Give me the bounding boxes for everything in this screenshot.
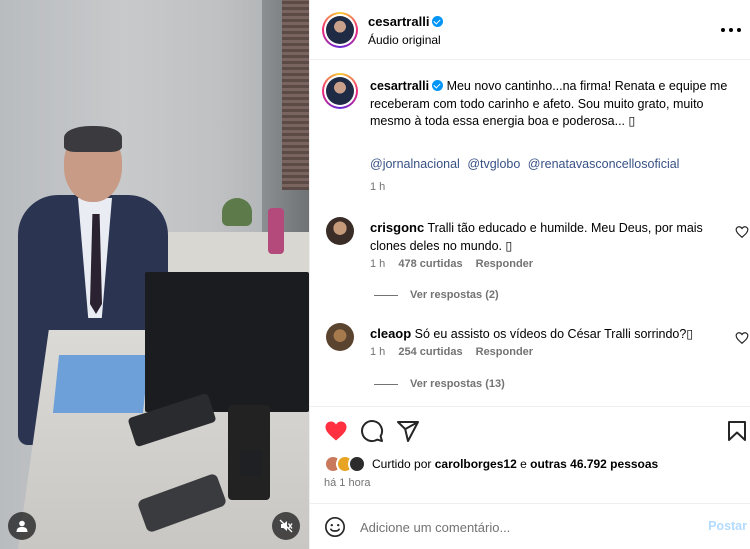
likes-text: Curtido por carolborges12 e outras 46.79… [372,457,659,471]
comment-icon[interactable] [360,419,384,443]
add-comment-bar: Postar [310,503,750,549]
mention-link[interactable]: @tvglobo [467,157,520,171]
commenter-avatar[interactable] [326,323,354,351]
post-video[interactable] [0,0,309,549]
post-details-panel: cesartralli Áudio original cesartralli M… [309,0,750,549]
video-person-hair [64,126,122,152]
post-timestamp[interactable]: há 1 hora [324,477,370,489]
comment-text: cleaop Só eu assisto os vídeos do César … [370,325,725,344]
verified-badge-icon [432,80,444,91]
post-comment-button[interactable]: Postar [708,519,747,533]
video-monitor [145,272,309,412]
commenter-avatar[interactable] [326,217,354,245]
liker-avatar[interactable] [348,455,366,473]
comment-body: Só eu assisto os vídeos do César Tralli … [414,327,694,341]
comment-meta: 1 h 254 curtidas Responder [370,346,533,358]
post-action-bar [310,406,750,452]
emoji-icon[interactable] [324,516,346,538]
author-username[interactable]: cesartralli [368,14,444,29]
view-replies-button[interactable]: Ver respostas (13) [374,378,505,390]
audio-link[interactable]: Áudio original [368,33,441,47]
caption-mentions: @jornalnacional @tvglobo @renatavasconce… [370,157,683,171]
mention-link[interactable]: @renatavasconcellosoficial [528,157,680,171]
comment-like-heart-icon[interactable] [735,225,749,239]
commenter-username[interactable]: crisgonc [370,220,424,235]
caption-author-avatar[interactable] [322,73,358,109]
share-icon[interactable] [396,419,420,443]
heart-icon[interactable] [324,419,348,443]
comment-likes[interactable]: 478 curtidas [398,258,462,270]
caption-timestamp[interactable]: 1 h [370,181,385,193]
commenter-username[interactable]: cleaop [370,326,411,341]
mention-link[interactable]: @jornalnacional [370,157,460,171]
comment-time[interactable]: 1 h [370,346,385,358]
video-bottle [268,208,284,254]
comment-time[interactable]: 1 h [370,258,385,270]
view-replies-button[interactable]: Ver respostas (2) [374,289,499,301]
tagged-users-button[interactable] [8,512,36,540]
reply-button[interactable]: Responder [476,258,533,270]
author-avatar[interactable] [322,12,358,48]
audio-toggle-button[interactable] [272,512,300,540]
comment-meta: 1 h 478 curtidas Responder [370,258,533,270]
liker-username[interactable]: carolborges12 [435,457,517,471]
video-speaker [240,450,262,476]
caption-text: cesartralli Meu novo cantinho...na firma… [370,78,740,131]
reply-button[interactable]: Responder [476,346,533,358]
video-tablet [52,355,150,413]
likes-count-link[interactable]: outras 46.792 pessoas [530,457,658,471]
more-options-icon[interactable] [721,22,741,38]
video-window-blinds [282,0,309,190]
bookmark-icon[interactable] [725,419,749,443]
video-plant [222,198,252,226]
caption-username[interactable]: cesartralli [370,79,444,93]
verified-badge-icon [432,16,444,27]
comment-likes[interactable]: 254 curtidas [398,346,462,358]
comments-section[interactable]: cesartralli Meu novo cantinho...na firma… [310,61,750,406]
comment-text: crisgonc Tralli tão educado e humilde. M… [370,219,725,255]
post-header: cesartralli Áudio original [310,0,750,60]
comment-input[interactable] [360,516,690,538]
user-tag-icon [16,520,28,532]
comment-like-heart-icon[interactable] [735,331,749,345]
muted-audio-icon [279,519,293,533]
likes-summary: Curtido por carolborges12 e outras 46.79… [324,454,658,474]
